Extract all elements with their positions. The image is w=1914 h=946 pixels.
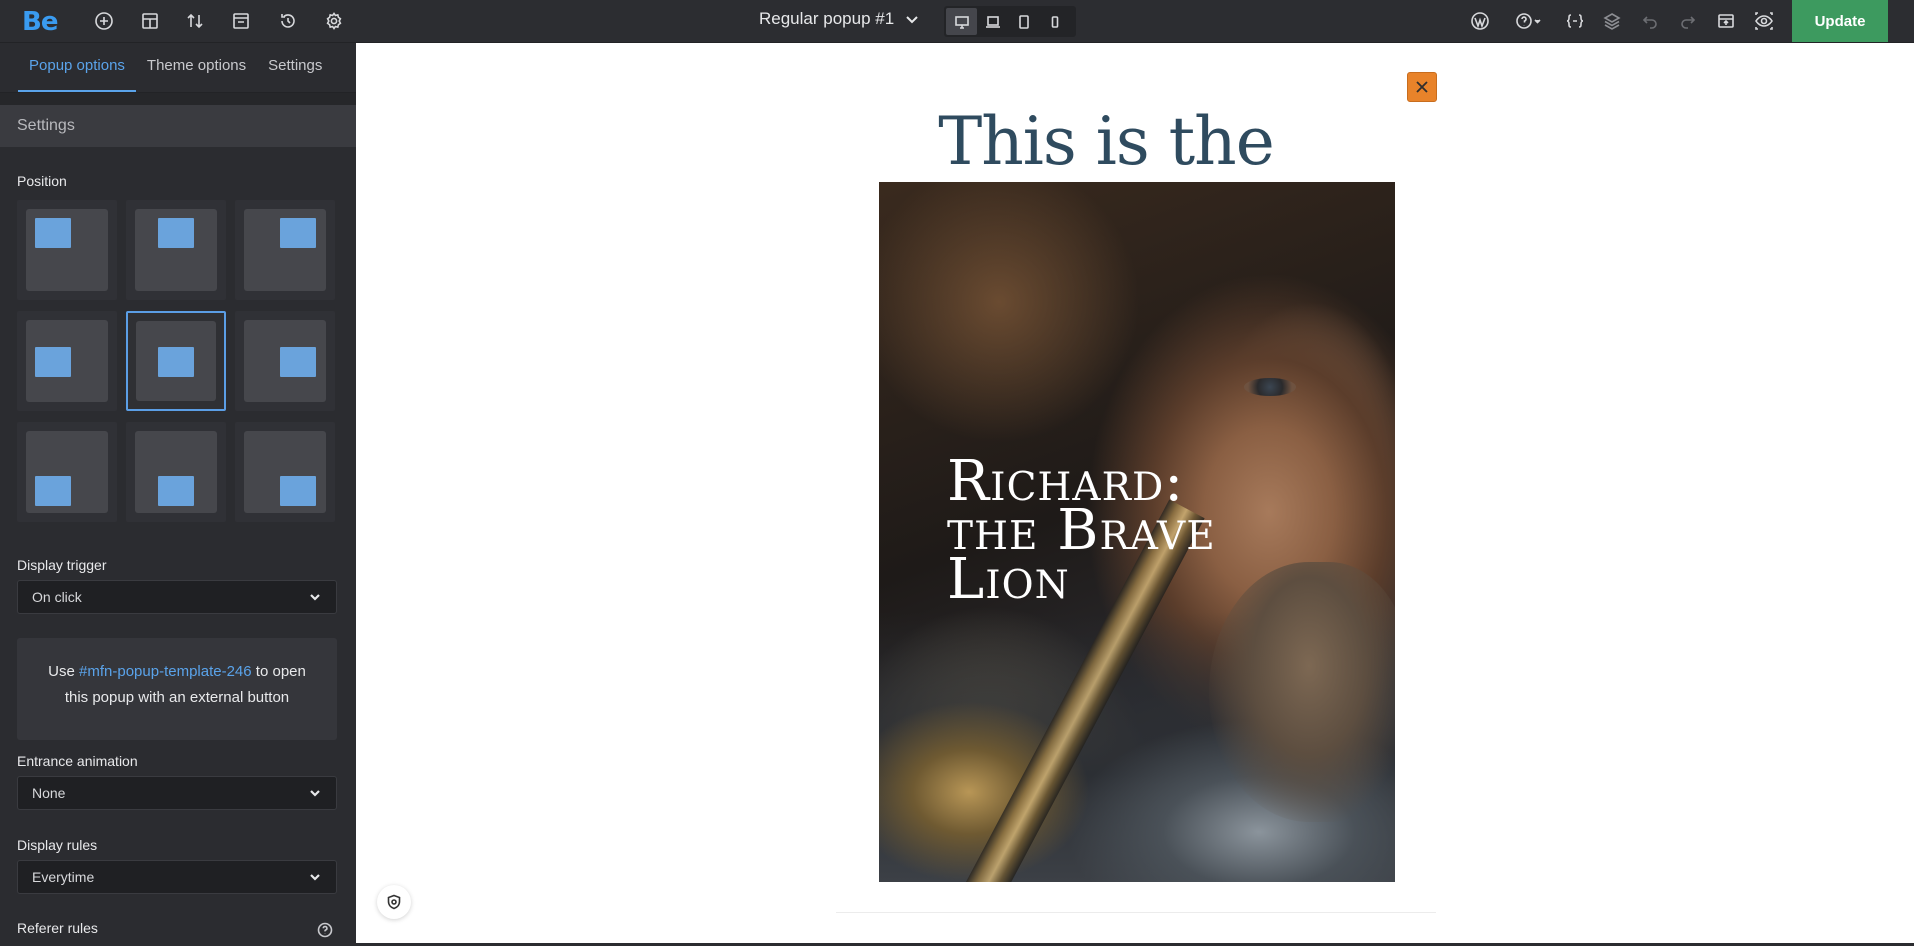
wordpress-icon[interactable] <box>1466 7 1494 35</box>
display-rules-label: Display rules <box>17 837 98 853</box>
sort-icon[interactable] <box>181 7 209 35</box>
close-icon <box>1416 81 1428 93</box>
divider <box>0 93 356 105</box>
display-trigger-select[interactable]: On click <box>17 580 337 614</box>
position-center-right[interactable] <box>235 311 335 411</box>
visibility-icon[interactable] <box>1750 7 1778 35</box>
entrance-animation-label: Entrance animation <box>17 753 138 769</box>
position-bottom-center[interactable] <box>126 422 226 522</box>
popup-anchor-link[interactable]: #mfn-popup-template-246 <box>79 663 252 680</box>
popup-close-button[interactable] <box>1407 72 1437 102</box>
tab-settings[interactable]: Settings <box>257 43 333 92</box>
position-bottom-right[interactable] <box>235 422 335 522</box>
section-title: Settings <box>0 105 356 147</box>
position-bottom-left[interactable] <box>17 422 117 522</box>
help-icon[interactable] <box>317 922 333 938</box>
preview-canvas: This is the popup Richard: the Brave Lio… <box>356 43 1914 943</box>
entrance-animation-value: None <box>32 785 66 801</box>
display-rules-value: Everytime <box>32 869 95 885</box>
top-toolbar: Be Regular popup #1 Update <box>0 0 1914 43</box>
sidebar: Popup options Theme options Settings Set… <box>0 43 356 946</box>
poster-image[interactable]: Richard: the Brave Lion <box>879 182 1395 882</box>
history-icon[interactable] <box>274 7 302 35</box>
divider <box>836 912 1436 913</box>
undo-icon[interactable] <box>1636 7 1664 35</box>
chevron-down-icon <box>310 790 320 797</box>
position-top-left[interactable] <box>17 200 117 300</box>
tablet-icon <box>1018 14 1029 29</box>
position-center-left[interactable] <box>17 311 117 411</box>
mobile-icon <box>1051 15 1058 28</box>
tablet-device-button[interactable] <box>1008 8 1039 35</box>
position-top-center[interactable] <box>126 200 226 300</box>
help-icon[interactable] <box>1509 7 1549 35</box>
update-button[interactable]: Update <box>1792 0 1888 42</box>
tab-theme-options[interactable]: Theme options <box>136 43 257 92</box>
add-icon[interactable] <box>90 7 118 35</box>
sidebar-tabs: Popup options Theme options Settings <box>0 43 356 93</box>
shield-button[interactable] <box>377 885 411 919</box>
code-icon[interactable] <box>1561 7 1589 35</box>
position-label: Position <box>17 173 67 189</box>
device-switcher <box>944 6 1076 37</box>
display-trigger-value: On click <box>32 589 82 605</box>
info-prefix: Use <box>48 663 75 680</box>
display-rules-select[interactable]: Everytime <box>17 860 337 894</box>
layout-icon[interactable] <box>136 7 164 35</box>
app-logo[interactable]: Be <box>22 7 58 37</box>
desktop-icon <box>954 15 969 29</box>
position-center[interactable] <box>126 311 226 411</box>
external-button-info: Use #mfn-popup-template-246 to open this… <box>17 638 337 740</box>
entrance-animation-select[interactable]: None <box>17 776 337 810</box>
layers-icon[interactable] <box>1598 7 1626 35</box>
position-picker <box>17 200 335 522</box>
referer-rules-label: Referer rules <box>17 920 98 936</box>
preview-icon[interactable] <box>1712 7 1740 35</box>
laptop-device-button[interactable] <box>977 8 1008 35</box>
laptop-icon <box>985 15 1000 28</box>
desktop-device-button[interactable] <box>946 8 977 35</box>
redo-icon[interactable] <box>1674 7 1702 35</box>
mobile-device-button[interactable] <box>1039 8 1070 35</box>
chevron-down-icon <box>906 16 918 24</box>
chevron-down-icon <box>310 874 320 881</box>
shield-icon <box>387 894 401 910</box>
display-trigger-label: Display trigger <box>17 557 107 573</box>
popup-name: Regular popup #1 <box>759 9 895 28</box>
position-top-right[interactable] <box>235 200 335 300</box>
poster-title: Richard: the Brave Lion <box>947 454 1216 608</box>
tab-popup-options[interactable]: Popup options <box>18 43 136 92</box>
gear-icon[interactable] <box>320 7 348 35</box>
chevron-down-icon <box>310 594 320 601</box>
template-icon[interactable] <box>227 7 255 35</box>
popup-selector[interactable]: Regular popup #1 <box>759 9 920 29</box>
